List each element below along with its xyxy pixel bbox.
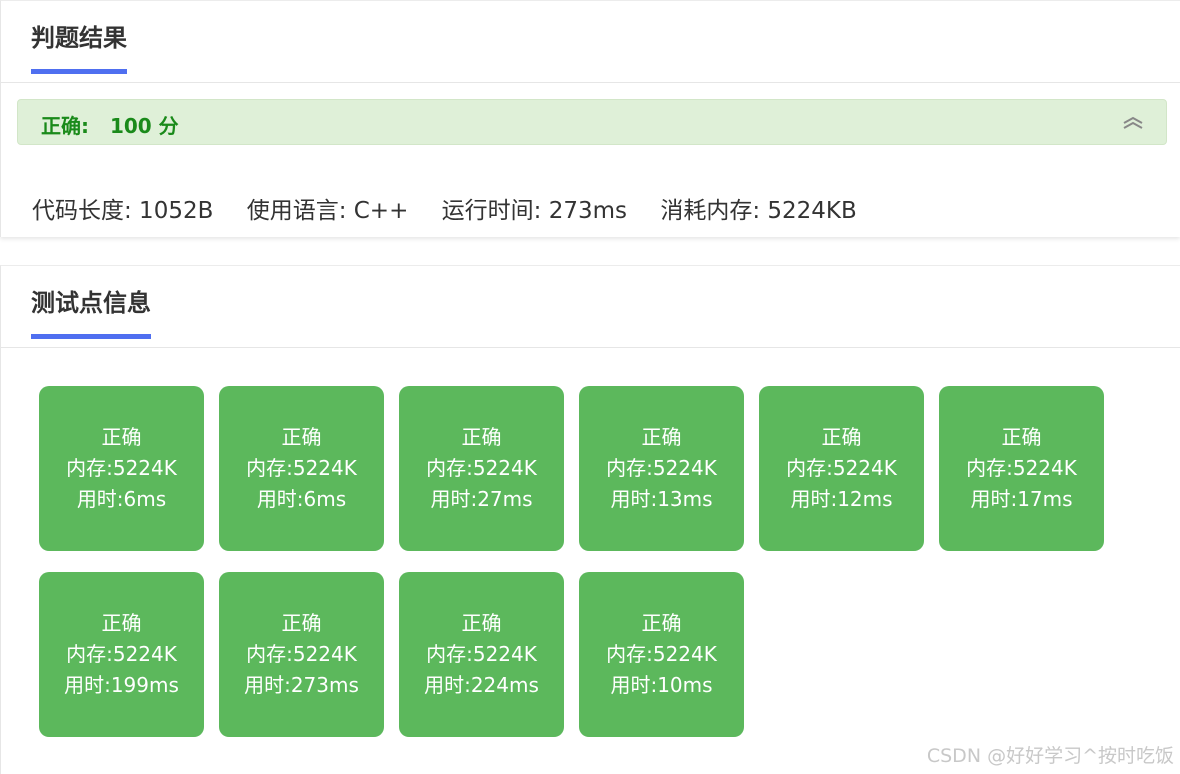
test-case-memory: 内存:5224K bbox=[66, 642, 177, 666]
memory-usage: 消耗内存: 5224KB bbox=[660, 198, 857, 224]
test-case-memory: 内存:5224K bbox=[426, 642, 537, 666]
test-case-time: 用时:224ms bbox=[424, 673, 539, 697]
score-value: 100 分 bbox=[109, 114, 179, 138]
test-case[interactable]: 正确 内存:5224K 用时:6ms bbox=[219, 386, 384, 551]
test-case-status: 正确 bbox=[821, 425, 862, 449]
test-case[interactable]: 正确 内存:5224K 用时:17ms bbox=[939, 386, 1104, 551]
test-case-memory: 内存:5224K bbox=[966, 456, 1077, 480]
test-case-time: 用时:17ms bbox=[970, 487, 1073, 511]
run-time: 运行时间: 273ms bbox=[441, 198, 628, 224]
test-cases-header: 测试点信息 bbox=[1, 266, 1180, 348]
result-status-bar[interactable]: 正确: 100 分 bbox=[17, 99, 1167, 145]
test-case[interactable]: 正确 内存:5224K 用时:12ms bbox=[759, 386, 924, 551]
test-case-time: 用时:27ms bbox=[430, 487, 533, 511]
test-case-memory: 内存:5224K bbox=[66, 456, 177, 480]
test-case-status: 正确 bbox=[1001, 425, 1042, 449]
test-case-status: 正确 bbox=[101, 611, 142, 635]
test-cases-panel: 测试点信息 正确 内存:5224K 用时:6ms 正确 内存:5224K 用时:… bbox=[0, 265, 1180, 774]
test-case-status: 正确 bbox=[461, 425, 502, 449]
test-case-status: 正确 bbox=[281, 611, 322, 635]
chevron-double-up-icon[interactable] bbox=[1122, 114, 1144, 132]
test-case-time: 用时:13ms bbox=[610, 487, 713, 511]
test-case-status: 正确 bbox=[281, 425, 322, 449]
test-cases-title: 测试点信息 bbox=[31, 286, 151, 339]
judge-result-header: 判题结果 bbox=[1, 1, 1180, 83]
test-case-time: 用时:10ms bbox=[610, 673, 713, 697]
test-case-time: 用时:199ms bbox=[64, 673, 179, 697]
test-case[interactable]: 正确 内存:5224K 用时:273ms bbox=[219, 572, 384, 737]
test-case[interactable]: 正确 内存:5224K 用时:27ms bbox=[399, 386, 564, 551]
language: 使用语言: C++ bbox=[246, 198, 409, 224]
test-case-time: 用时:12ms bbox=[790, 487, 893, 511]
test-case-status: 正确 bbox=[641, 611, 682, 635]
test-case[interactable]: 正确 内存:5224K 用时:224ms bbox=[399, 572, 564, 737]
status-label: 正确: bbox=[41, 114, 89, 138]
test-case-status: 正确 bbox=[461, 611, 502, 635]
test-case-time: 用时:6ms bbox=[256, 487, 347, 511]
judge-result-title: 判题结果 bbox=[31, 21, 127, 74]
test-case-memory: 内存:5224K bbox=[786, 456, 897, 480]
test-case[interactable]: 正确 内存:5224K 用时:6ms bbox=[39, 386, 204, 551]
test-case-time: 用时:273ms bbox=[244, 673, 359, 697]
test-case-memory: 内存:5224K bbox=[426, 456, 537, 480]
test-case[interactable]: 正确 内存:5224K 用时:13ms bbox=[579, 386, 744, 551]
watermark: CSDN @好好学习^按时吃饭 bbox=[926, 745, 1174, 767]
test-case-memory: 内存:5224K bbox=[246, 456, 357, 480]
test-case-memory: 内存:5224K bbox=[246, 642, 357, 666]
test-case-memory: 内存:5224K bbox=[606, 456, 717, 480]
test-case-status: 正确 bbox=[101, 425, 142, 449]
judge-result-panel: 判题结果 正确: 100 分 代码长度: 1052B 使用语言: C++ 运行时… bbox=[0, 0, 1180, 237]
result-status: 正确: 100 分 bbox=[41, 110, 179, 139]
test-case-time: 用时:6ms bbox=[76, 487, 167, 511]
test-case[interactable]: 正确 内存:5224K 用时:10ms bbox=[579, 572, 744, 737]
submission-meta: 代码长度: 1052B 使用语言: C++ 运行时间: 273ms 消耗内存: … bbox=[32, 191, 883, 225]
test-case[interactable]: 正确 内存:5224K 用时:199ms bbox=[39, 572, 204, 737]
test-case-status: 正确 bbox=[641, 425, 682, 449]
code-length: 代码长度: 1052B bbox=[32, 198, 214, 224]
test-case-memory: 内存:5224K bbox=[606, 642, 717, 666]
